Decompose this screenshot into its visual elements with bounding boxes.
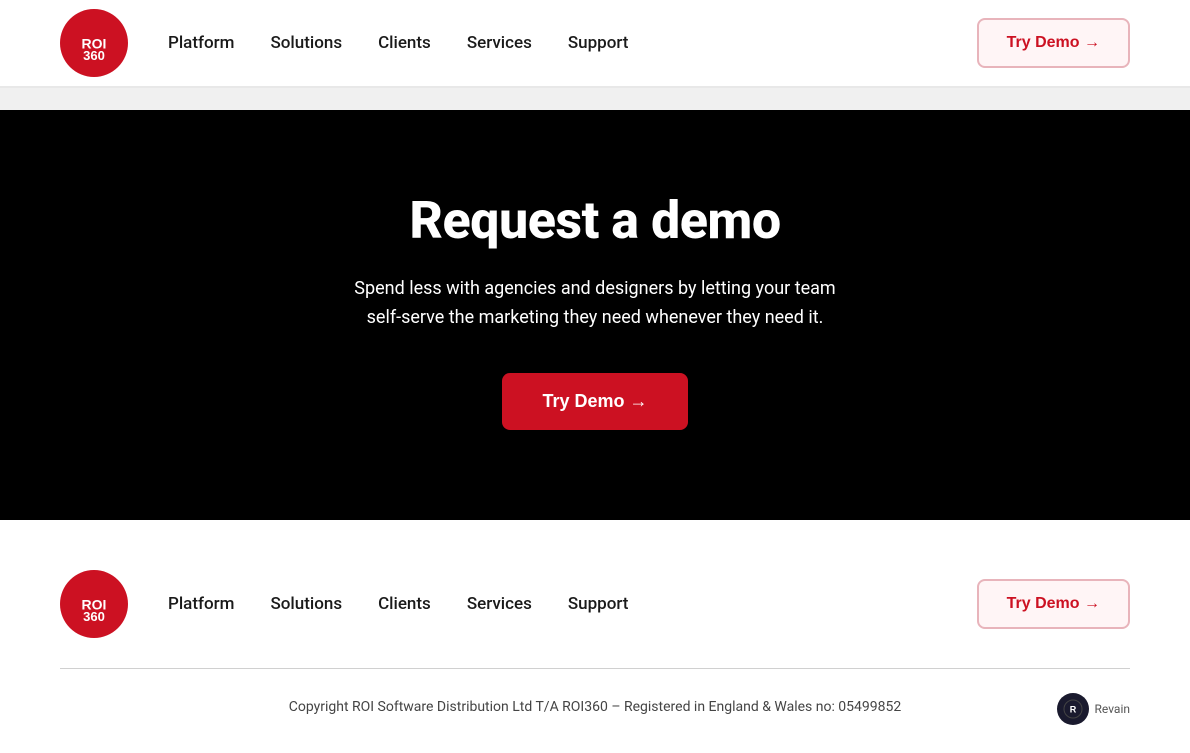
hero-title: Request a demo xyxy=(409,190,780,251)
svg-text:360: 360 xyxy=(83,48,105,63)
nav-link-services[interactable]: Services xyxy=(467,33,532,53)
footer-logo-container[interactable]: ROI 360 xyxy=(60,570,128,638)
footer-nav-link-services[interactable]: Services xyxy=(467,594,532,614)
footer-nav: Platform Solutions Clients Services Support xyxy=(168,594,628,614)
header-left: ROI 360 Platform Solutions Clients Services… xyxy=(60,9,628,77)
site-footer: ROI 360 Platform Solutions Clients Services… xyxy=(0,520,1190,745)
hero-subtitle: Spend less with agencies and designers b… xyxy=(335,275,855,333)
revain-badge: R Revain xyxy=(1057,693,1130,725)
footer-nav-link-support[interactable]: Support xyxy=(568,594,629,614)
main-nav: Platform Solutions Clients Services Support xyxy=(168,33,628,53)
footer-nav-link-clients[interactable]: Clients xyxy=(378,594,431,614)
footer-bottom: Copyright ROI Software Distribution Ltd … xyxy=(60,669,1130,745)
footer-roi360-logo: ROI 360 xyxy=(60,570,128,638)
hero-try-demo-button[interactable]: Try Demo → xyxy=(502,373,687,430)
revain-label: Revain xyxy=(1095,702,1130,716)
footer-copyright: Copyright ROI Software Distribution Ltd … xyxy=(60,699,1130,715)
site-header: ROI 360 Platform Solutions Clients Services… xyxy=(0,0,1190,88)
footer-left: ROI 360 Platform Solutions Clients Services… xyxy=(60,570,628,638)
logo-container[interactable]: ROI 360 xyxy=(60,9,128,77)
nav-link-platform[interactable]: Platform xyxy=(168,33,234,53)
footer-nav-link-platform[interactable]: Platform xyxy=(168,594,234,614)
hero-section: Request a demo Spend less with agencies … xyxy=(0,110,1190,520)
svg-text:360: 360 xyxy=(83,609,105,624)
nav-link-solutions[interactable]: Solutions xyxy=(270,33,342,53)
roi360-logo: ROI 360 xyxy=(60,9,128,77)
nav-link-support[interactable]: Support xyxy=(568,33,629,53)
footer-nav-link-solutions[interactable]: Solutions xyxy=(270,594,342,614)
gray-band xyxy=(0,88,1190,110)
header-try-demo-button[interactable]: Try Demo → xyxy=(977,18,1130,68)
svg-text:R: R xyxy=(1069,704,1076,714)
revain-icon: R xyxy=(1057,693,1089,725)
footer-try-demo-button[interactable]: Try Demo → xyxy=(977,579,1130,629)
footer-top: ROI 360 Platform Solutions Clients Services… xyxy=(60,570,1130,668)
nav-link-clients[interactable]: Clients xyxy=(378,33,431,53)
